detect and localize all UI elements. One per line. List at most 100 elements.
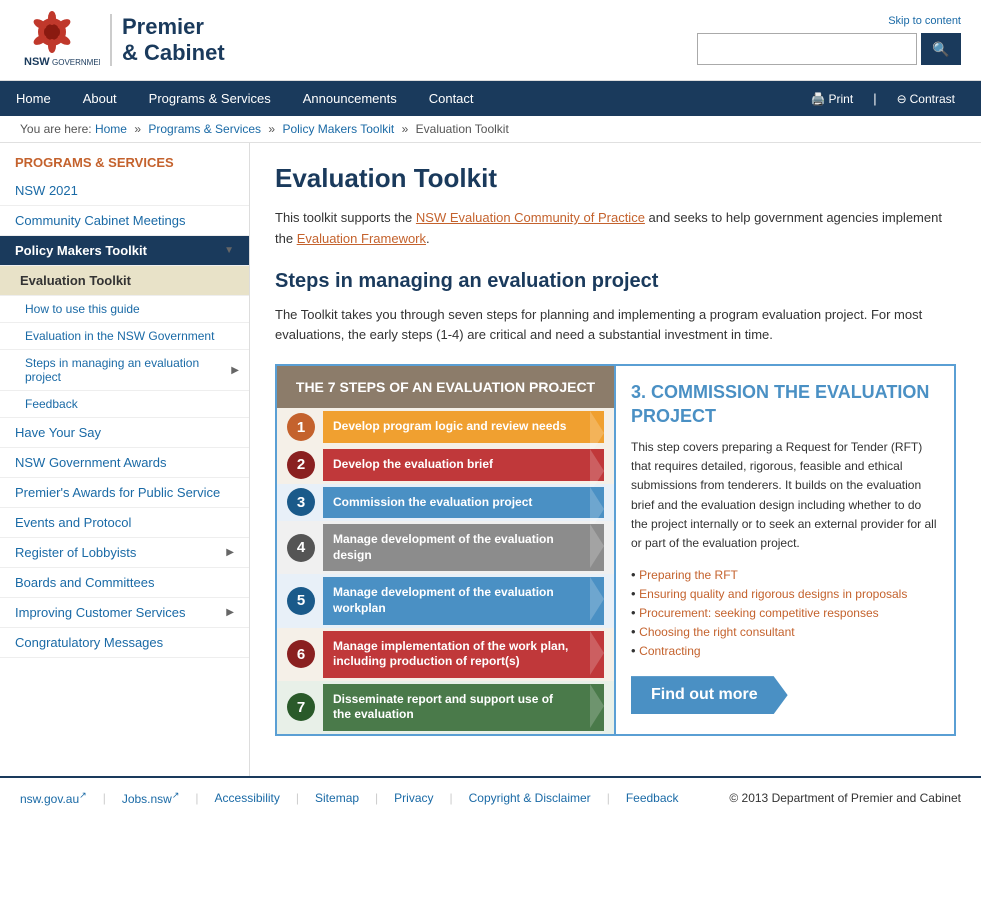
sidebar-item-events-protocol[interactable]: Events and Protocol (0, 508, 249, 538)
sidebar-item-feedback[interactable]: Feedback (0, 391, 249, 418)
steps-diagram: THE 7 STEPS OF AN EVALUATION PROJECT 1 D… (275, 364, 956, 736)
step-7-number: 7 (287, 693, 315, 721)
step-1-number: 1 (287, 413, 315, 441)
commission-description: This step covers preparing a Request for… (631, 438, 939, 553)
nav-home[interactable]: Home (0, 81, 67, 116)
step-2-row: 2 Develop the evaluation brief (277, 446, 614, 484)
ensuring-quality-link[interactable]: Ensuring quality and rigorous designs in… (639, 587, 907, 601)
sidebar-item-evaluation-toolkit[interactable]: Evaluation Toolkit (0, 266, 249, 296)
step-3-number: 3 (287, 488, 315, 516)
nsw-eval-community-link[interactable]: NSW Evaluation Community of Practice (416, 210, 645, 225)
svg-text:NSW: NSW (24, 56, 50, 68)
commission-title: 3. COMMISSION THE EVALUATION PROJECT (631, 381, 939, 428)
svg-text:GOVERNMENT: GOVERNMENT (52, 58, 100, 67)
nav-contact[interactable]: Contact (413, 81, 490, 116)
breadcrumb-toolkit[interactable]: Policy Makers Toolkit (282, 122, 394, 136)
sidebar-item-community-cabinet[interactable]: Community Cabinet Meetings (0, 206, 249, 236)
commission-links-list: Preparing the RFT Ensuring quality and r… (631, 565, 939, 660)
step-2-label: Develop the evaluation brief (323, 449, 604, 481)
search-button[interactable]: 🔍 (921, 33, 961, 65)
sidebar-item-improving-customer[interactable]: Improving Customer Services ▶ (0, 598, 249, 628)
sidebar-item-congratulatory[interactable]: Congratulatory Messages (0, 628, 249, 658)
skip-to-content-link[interactable]: Skip to content (888, 15, 961, 27)
content-area: PROGRAMS & SERVICES NSW 2021 Community C… (0, 143, 981, 776)
sidebar-item-register-lobbyists[interactable]: Register of Lobbyists ▶ (0, 538, 249, 568)
sidebar-item-have-your-say[interactable]: Have Your Say (0, 418, 249, 448)
steps-left-panel: THE 7 STEPS OF AN EVALUATION PROJECT 1 D… (277, 366, 614, 734)
print-link[interactable]: 🖨️ Print (795, 82, 870, 116)
footer: nsw.gov.au↗ | Jobs.nsw↗ | Accessibility … (0, 776, 981, 818)
sidebar-item-boards-committees[interactable]: Boards and Committees (0, 568, 249, 598)
diagram-header: THE 7 STEPS OF AN EVALUATION PROJECT (277, 366, 614, 408)
step-1-row: 1 Develop program logic and review needs (277, 408, 614, 446)
footer-copyright-link[interactable]: Copyright & Disclaimer (469, 791, 591, 805)
search-area: 🔍 (697, 33, 961, 65)
sidebar-item-steps-managing[interactable]: Steps in managing an evaluation project … (0, 350, 249, 391)
intro-text: This toolkit supports the NSW Evaluation… (275, 208, 956, 250)
nav-announcements[interactable]: Announcements (287, 81, 413, 116)
step-4-row: 4 Manage development of the evaluation d… (277, 521, 614, 574)
step-3-row: 3 Commission the evaluation project (277, 484, 614, 522)
step-7-label: Disseminate report and support use of th… (323, 684, 604, 731)
sidebar-item-evaluation-nsw-gov[interactable]: Evaluation in the NSW Government (0, 323, 249, 350)
step-6-row: 6 Manage implementation of the work plan… (277, 628, 614, 681)
sidebar-item-how-to-use[interactable]: How to use this guide (0, 296, 249, 323)
find-out-more-button[interactable]: Find out more (631, 676, 788, 714)
sidebar-item-nsw2021[interactable]: NSW 2021 (0, 176, 249, 206)
procurement-link[interactable]: Procurement: seeking competitive respons… (639, 606, 878, 620)
sidebar-section-title: PROGRAMS & SERVICES (0, 143, 249, 176)
site-header: NSW GOVERNMENT Premier & Cabinet Skip to… (0, 0, 981, 81)
step-5-label: Manage development of the evaluation wor… (323, 577, 604, 624)
header-right: Skip to content 🔍 (697, 15, 961, 65)
breadcrumb-current: Evaluation Toolkit (416, 122, 509, 136)
step-3-label: Commission the evaluation project (323, 487, 604, 519)
step-4-number: 4 (287, 534, 315, 562)
sidebar-item-policy-makers-toolkit[interactable]: Policy Makers Toolkit ▼ (0, 236, 249, 266)
chevron-right-icon: ▶ (231, 365, 239, 376)
commission-link-item: Procurement: seeking competitive respons… (631, 603, 939, 622)
eval-framework-link[interactable]: Evaluation Framework (297, 231, 426, 246)
main-nav: Home About Programs & Services Announcem… (0, 81, 981, 116)
breadcrumb-home[interactable]: Home (95, 122, 127, 136)
footer-feedback-link[interactable]: Feedback (626, 791, 679, 805)
breadcrumb-programs[interactable]: Programs & Services (148, 122, 261, 136)
logo-area: NSW GOVERNMENT Premier & Cabinet (20, 10, 225, 70)
step-2-number: 2 (287, 451, 315, 479)
steps-right-panel: 3. COMMISSION THE EVALUATION PROJECT Thi… (614, 366, 954, 734)
sidebar: PROGRAMS & SERVICES NSW 2021 Community C… (0, 143, 250, 776)
steps-heading: Steps in managing an evaluation project (275, 270, 956, 293)
step-7-row: 7 Disseminate report and support use of … (277, 681, 614, 734)
contracting-link[interactable]: Contracting (639, 644, 700, 658)
steps-body-text: The Toolkit takes you through seven step… (275, 305, 956, 347)
main-content: Evaluation Toolkit This toolkit supports… (250, 143, 981, 776)
footer-copyright: © 2013 Department of Premier and Cabinet (729, 791, 961, 805)
site-name: Premier & Cabinet (110, 14, 225, 67)
footer-privacy-link[interactable]: Privacy (394, 791, 433, 805)
footer-accessibility-link[interactable]: Accessibility (215, 791, 280, 805)
step-5-row: 5 Manage development of the evaluation w… (277, 574, 614, 627)
commission-link-item: Contracting (631, 641, 939, 660)
commission-link-item: Ensuring quality and rigorous designs in… (631, 584, 939, 603)
step-4-label: Manage development of the evaluation des… (323, 524, 604, 571)
preparing-rft-link[interactable]: Preparing the RFT (639, 568, 738, 582)
step-6-label: Manage implementation of the work plan, … (323, 631, 604, 678)
step-5-number: 5 (287, 587, 315, 615)
choosing-consultant-link[interactable]: Choosing the right consultant (639, 625, 794, 639)
footer-nsw-gov-link[interactable]: nsw.gov.au↗ (20, 790, 87, 806)
footer-sitemap-link[interactable]: Sitemap (315, 791, 359, 805)
breadcrumb: You are here: Home » Programs & Services… (0, 116, 981, 143)
search-input[interactable] (697, 33, 917, 65)
chevron-down-icon: ▼ (224, 245, 234, 256)
sidebar-item-nsw-govt-awards[interactable]: NSW Government Awards (0, 448, 249, 478)
chevron-right-icon-lobbyists: ▶ (226, 547, 234, 558)
footer-jobs-link[interactable]: Jobs.nsw↗ (122, 790, 180, 806)
nav-about[interactable]: About (67, 81, 133, 116)
breadcrumb-label: You are here: (20, 122, 92, 136)
commission-link-item: Preparing the RFT (631, 565, 939, 584)
commission-link-item: Choosing the right consultant (631, 622, 939, 641)
nav-utilities: 🖨️ Print | ⊖ Contrast (795, 82, 981, 116)
step-1-label: Develop program logic and review needs (323, 411, 604, 443)
contrast-link[interactable]: ⊖ Contrast (881, 82, 971, 116)
nav-programs-services[interactable]: Programs & Services (133, 81, 287, 116)
sidebar-item-premiers-awards[interactable]: Premier's Awards for Public Service (0, 478, 249, 508)
